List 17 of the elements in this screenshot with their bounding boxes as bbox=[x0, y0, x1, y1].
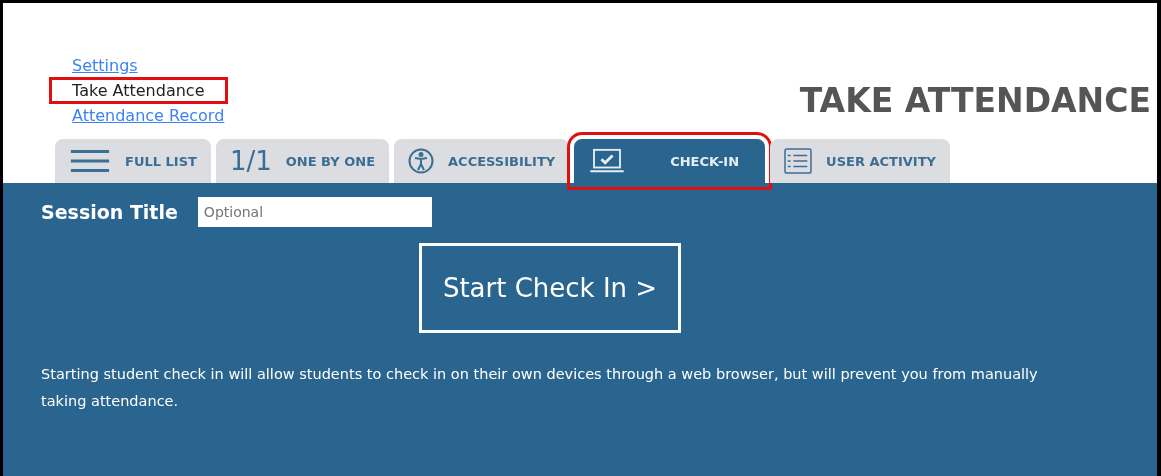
nav-link[interactable]: Attendance Record bbox=[52, 106, 245, 125]
session-title-label: Session Title bbox=[41, 201, 178, 223]
tab[interactable]: ACCESSIBILITY bbox=[394, 139, 570, 183]
current-page-label: Take Attendance bbox=[52, 80, 225, 101]
tab[interactable]: FULL LIST bbox=[55, 139, 211, 183]
start-check-in-button[interactable]: Start Check In > bbox=[419, 243, 681, 333]
tab[interactable]: 1/1 ONE BY ONE bbox=[215, 139, 390, 183]
fraction-label: 1/1 bbox=[229, 146, 272, 176]
session-title-field[interactable]: Optional bbox=[197, 197, 432, 227]
tab[interactable]: USER ACTIVITY bbox=[770, 139, 950, 183]
nav-link[interactable]: Settings bbox=[52, 56, 158, 75]
checklist-icon bbox=[784, 148, 813, 174]
check-in-notice: Starting student check in will allow students to check in on their own devices through a web browser, but will prevent you from manually taking attendance. bbox=[41, 365, 1039, 411]
page-title: TAKE ATTENDANCE bbox=[799, 81, 1151, 122]
laptop-check-icon bbox=[588, 148, 627, 174]
menu-icon bbox=[69, 148, 111, 174]
accessibility-icon bbox=[408, 148, 435, 174]
